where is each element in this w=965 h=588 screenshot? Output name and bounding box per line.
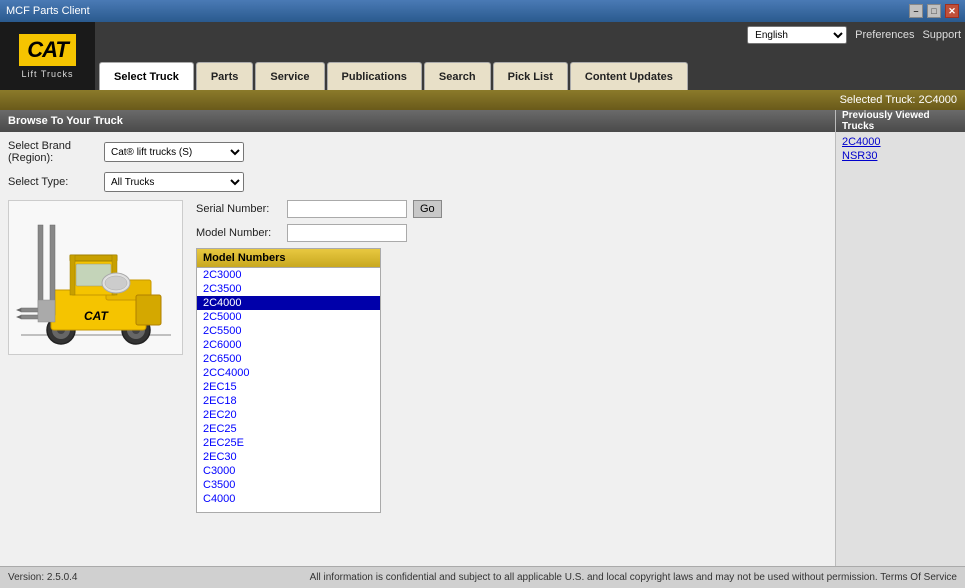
title-bar: MCF Parts Client – □ ✕ bbox=[0, 0, 965, 22]
support-link[interactable]: Support bbox=[922, 29, 961, 41]
model-item[interactable]: 2EC18 bbox=[197, 394, 380, 408]
status-bar: Version: 2.5.0.4 All information is conf… bbox=[0, 566, 965, 588]
model-number-label: Model Number: bbox=[196, 227, 281, 239]
model-item[interactable]: 2C4000 bbox=[197, 296, 380, 310]
tab-service[interactable]: Service bbox=[255, 62, 324, 90]
model-item[interactable]: 2C3000 bbox=[197, 268, 380, 282]
model-item[interactable]: 2EC15 bbox=[197, 380, 380, 394]
model-item[interactable]: C4000 bbox=[197, 492, 380, 506]
top-bar: English Preferences Support CAT Lift Tru… bbox=[0, 22, 965, 90]
cat-logo-text: CAT bbox=[27, 37, 68, 63]
tab-publications[interactable]: Publications bbox=[327, 62, 422, 90]
serial-number-input[interactable] bbox=[287, 200, 407, 218]
tab-pick-list[interactable]: Pick List bbox=[493, 62, 568, 90]
window-title: MCF Parts Client bbox=[6, 5, 90, 17]
model-item[interactable]: 2C5000 bbox=[197, 310, 380, 324]
previously-viewed-list: 2C4000 NSR30 bbox=[836, 132, 965, 166]
type-label: Select Type: bbox=[8, 176, 98, 188]
type-select[interactable]: All Trucks bbox=[104, 172, 244, 192]
nav-tabs: Select Truck Parts Service Publications … bbox=[95, 22, 688, 90]
model-item[interactable]: 2EC25 bbox=[197, 422, 380, 436]
utility-bar: English Preferences Support bbox=[747, 26, 961, 44]
model-item[interactable]: 2EC30 bbox=[197, 450, 380, 464]
browse-header: Browse To Your Truck bbox=[0, 110, 835, 132]
model-item[interactable]: C3000 bbox=[197, 464, 380, 478]
truck-and-controls: CAT Serial Number: Go bbox=[8, 200, 827, 558]
svg-text:CAT: CAT bbox=[84, 309, 109, 323]
cat-logo: CAT bbox=[19, 34, 76, 66]
model-numbers-list[interactable]: 2C30002C35002C40002C50002C55002C60002C65… bbox=[197, 268, 380, 507]
model-item[interactable]: 2EC25E bbox=[197, 436, 380, 450]
copyright-text: All information is confidential and subj… bbox=[310, 572, 957, 583]
go-button[interactable]: Go bbox=[413, 200, 442, 218]
selected-truck-label: Selected Truck: 2C4000 bbox=[840, 94, 957, 106]
previously-viewed-header: Previously Viewed Trucks bbox=[836, 110, 965, 132]
model-numbers-header: Model Numbers bbox=[197, 249, 380, 268]
previously-viewed-item[interactable]: 2C4000 bbox=[842, 136, 959, 148]
previously-viewed-item[interactable]: NSR30 bbox=[842, 150, 959, 162]
language-select[interactable]: English bbox=[747, 26, 847, 44]
truck-image-area: CAT bbox=[8, 200, 188, 558]
preferences-link[interactable]: Preferences bbox=[855, 29, 914, 41]
brand-row: Select Brand (Region): Cat® lift trucks … bbox=[8, 140, 827, 164]
tab-select-truck[interactable]: Select Truck bbox=[99, 62, 194, 90]
model-numbers-container: Model Numbers 2C30002C35002C40002C50002C… bbox=[196, 248, 381, 513]
brand-select[interactable]: Cat® lift trucks (S) bbox=[104, 142, 244, 162]
minimize-button[interactable]: – bbox=[909, 4, 923, 18]
version-label: Version: 2.5.0.4 bbox=[8, 572, 78, 583]
serial-number-row: Serial Number: Go bbox=[196, 200, 827, 218]
model-number-row: Model Number: bbox=[196, 224, 827, 242]
right-sidebar: Previously Viewed Trucks 2C4000 NSR30 bbox=[835, 110, 965, 566]
model-item[interactable]: 2C3500 bbox=[197, 282, 380, 296]
main-content: Browse To Your Truck Select Brand (Regio… bbox=[0, 110, 965, 566]
right-controls: Serial Number: Go Model Number: Model Nu… bbox=[196, 200, 827, 558]
model-item[interactable]: 2C6500 bbox=[197, 352, 380, 366]
model-item[interactable]: 2C5500 bbox=[197, 324, 380, 338]
left-panel: Browse To Your Truck Select Brand (Regio… bbox=[0, 110, 835, 566]
tab-parts[interactable]: Parts bbox=[196, 62, 254, 90]
maximize-button[interactable]: □ bbox=[927, 4, 941, 18]
brand-label: Select Brand (Region): bbox=[8, 140, 98, 164]
model-item[interactable]: C5000 bbox=[197, 506, 380, 507]
model-number-input[interactable] bbox=[287, 224, 407, 242]
close-button[interactable]: ✕ bbox=[945, 4, 959, 18]
logo-area: CAT Lift Trucks bbox=[0, 22, 95, 90]
window-controls: – □ ✕ bbox=[909, 4, 959, 18]
lift-trucks-text: Lift Trucks bbox=[21, 69, 73, 79]
model-item[interactable]: 2CC4000 bbox=[197, 366, 380, 380]
serial-number-label: Serial Number: bbox=[196, 203, 281, 215]
forklift-icon: CAT bbox=[16, 205, 176, 350]
browse-body: Select Brand (Region): Cat® lift trucks … bbox=[0, 132, 835, 566]
model-item[interactable]: 2EC20 bbox=[197, 408, 380, 422]
model-item[interactable]: 2C6000 bbox=[197, 338, 380, 352]
selected-truck-bar: Selected Truck: 2C4000 bbox=[0, 90, 965, 110]
tab-search[interactable]: Search bbox=[424, 62, 491, 90]
truck-image: CAT bbox=[8, 200, 183, 355]
model-item[interactable]: C3500 bbox=[197, 478, 380, 492]
tab-content-updates[interactable]: Content Updates bbox=[570, 62, 688, 90]
type-row: Select Type: All Trucks bbox=[8, 172, 827, 192]
